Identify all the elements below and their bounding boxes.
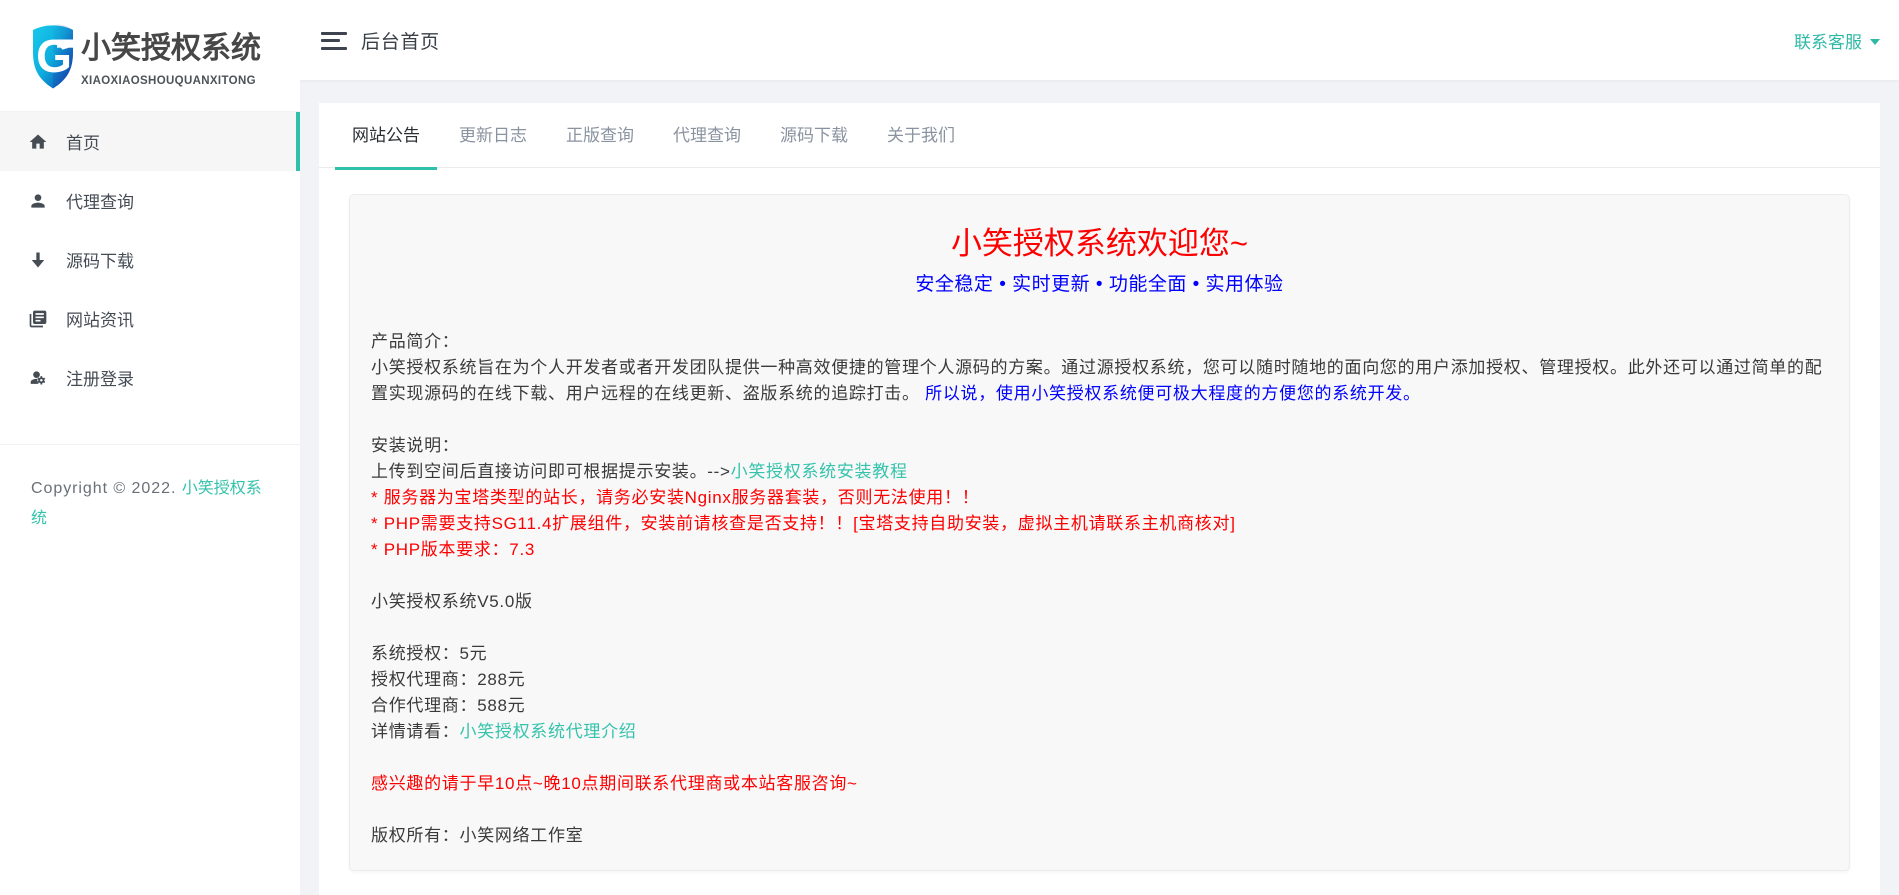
svg-text:G: G [36,30,72,82]
